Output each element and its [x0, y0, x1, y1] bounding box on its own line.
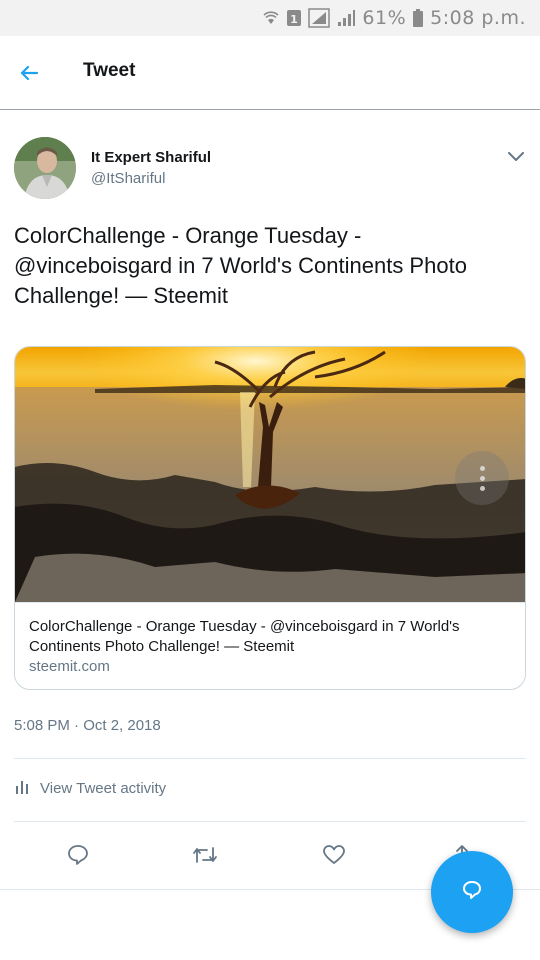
view-activity-label: View Tweet activity	[40, 780, 167, 797]
battery-icon	[412, 8, 424, 28]
svg-text:1: 1	[291, 13, 299, 26]
tweet-timestamp: 5:08 PM · Oct 2, 2018	[14, 717, 161, 734]
card-body[interactable]: ColorChallenge - Orange Tuesday - @vince…	[15, 602, 525, 689]
bar-chart-icon	[14, 778, 30, 799]
status-bar: 1 61% 5:08 p.m.	[0, 0, 540, 36]
retweet-icon[interactable]	[192, 842, 218, 868]
view-activity-button[interactable]: View Tweet activity	[14, 778, 166, 799]
card-image[interactable]	[15, 347, 525, 602]
link-card[interactable]: ColorChallenge - Orange Tuesday - @vince…	[14, 346, 526, 690]
card-domain: steemit.com	[29, 658, 110, 675]
chat-bubble-icon	[461, 879, 483, 906]
more-dot	[479, 485, 485, 491]
like-icon[interactable]	[321, 842, 347, 868]
more-dot	[479, 465, 485, 471]
tweet-text: ColorChallenge - Orange Tuesday - @vince…	[14, 223, 467, 308]
divider	[14, 758, 526, 759]
battery-percent: 61%	[362, 7, 407, 29]
card-more-button[interactable]	[455, 451, 509, 505]
arrow-left-icon[interactable]	[16, 60, 42, 86]
wifi-icon	[262, 8, 280, 28]
signal-icon	[308, 8, 331, 28]
header: Tweet	[0, 36, 540, 110]
reply-icon[interactable]	[65, 842, 91, 868]
page-title: Tweet	[83, 60, 136, 81]
more-dot	[479, 475, 485, 481]
compose-reply-button[interactable]	[431, 851, 513, 933]
status-time: 5:08 p.m.	[430, 7, 526, 29]
chevron-down-icon[interactable]	[505, 148, 527, 166]
author-name[interactable]: It Expert Shariful	[91, 149, 211, 166]
divider	[14, 821, 526, 822]
card-title: ColorChallenge - Orange Tuesday - @vince…	[29, 618, 460, 655]
avatar[interactable]	[14, 137, 76, 199]
sim-icon: 1	[286, 8, 302, 28]
signal-icon	[336, 8, 356, 28]
author-handle[interactable]: @ItShariful	[91, 170, 165, 187]
